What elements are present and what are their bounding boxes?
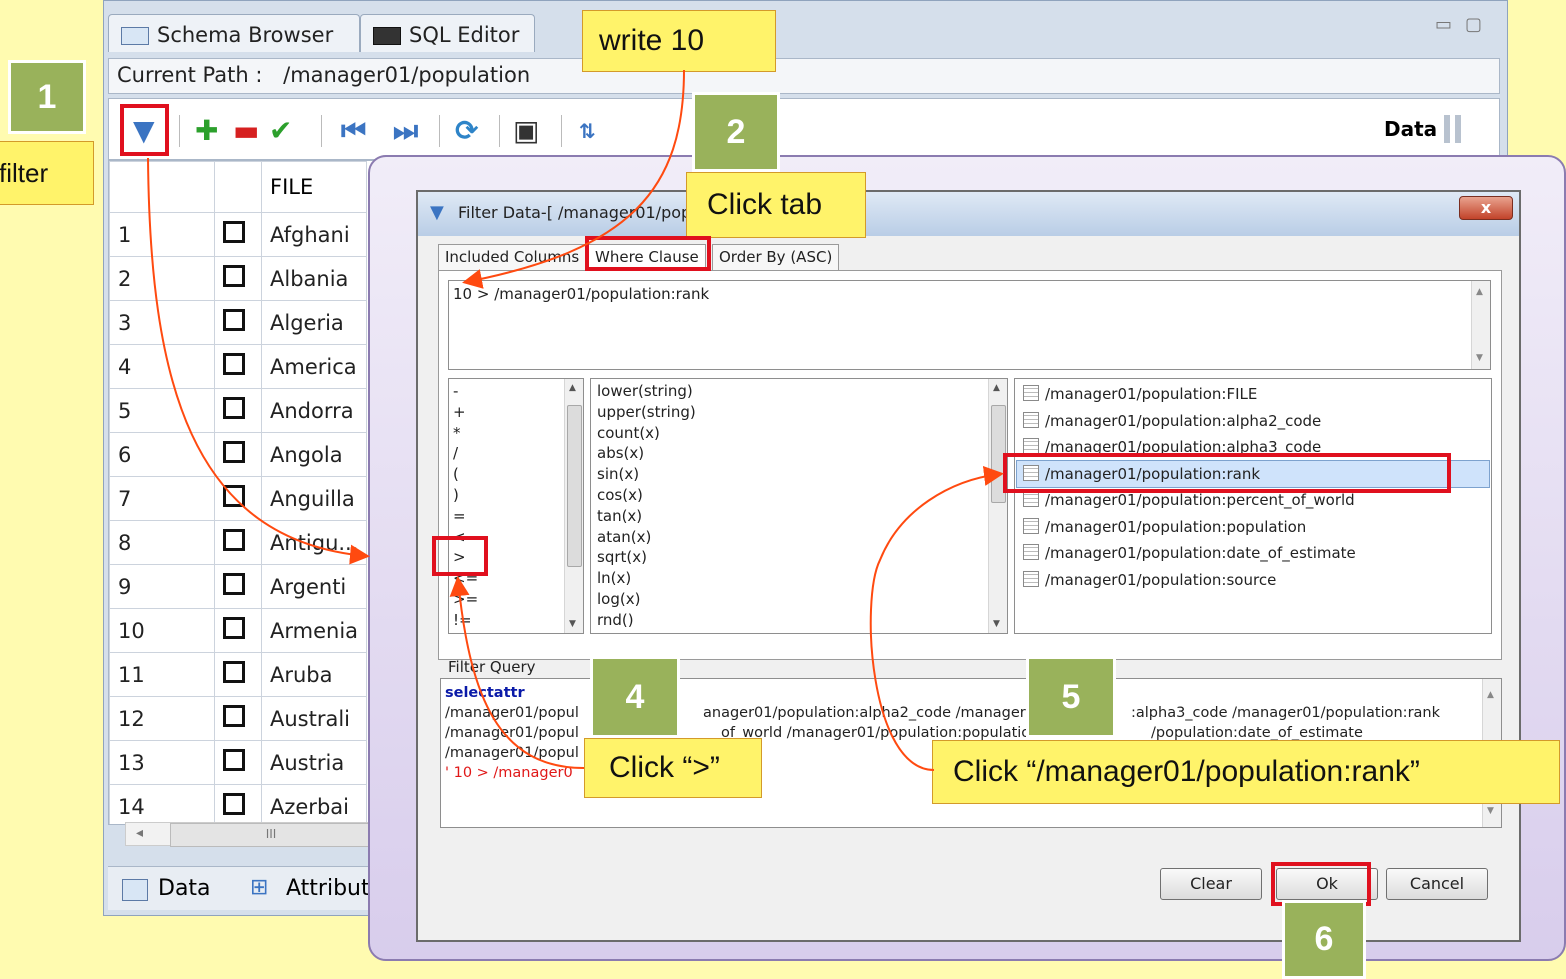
arrow-click-rank: [869, 465, 1004, 771]
arrow-write-10: [462, 69, 685, 289]
annotation-arrows: [147, 69, 1004, 771]
arrow-filter-to-operator: [147, 157, 370, 565]
arrow-click-gt: [449, 576, 585, 769]
